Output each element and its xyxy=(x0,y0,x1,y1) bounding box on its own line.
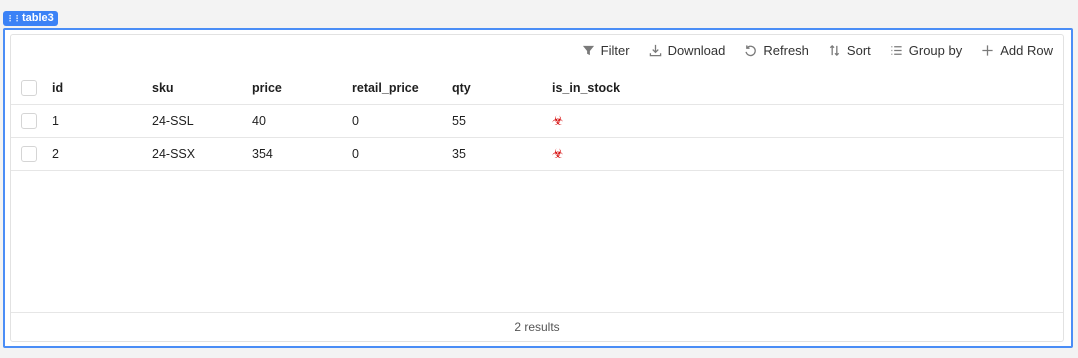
cell-price: 354 xyxy=(252,147,273,161)
add-row-label: Add Row xyxy=(1000,43,1053,58)
filter-icon xyxy=(582,45,594,56)
cell-sku: 24-SSX xyxy=(152,147,196,161)
column-header-id[interactable]: id xyxy=(52,81,63,95)
cell-id: 1 xyxy=(52,114,59,128)
biohazard-icon: ☣ xyxy=(552,113,564,128)
column-header-qty[interactable]: qty xyxy=(452,81,471,95)
table-row[interactable]: 2 24-SSX 354 0 35 ☣ xyxy=(11,138,1063,171)
cell-retail-price: 0 xyxy=(352,114,359,128)
cell-sku: 24-SSL xyxy=(152,114,194,128)
drag-handle-icon[interactable]: ⋮⋮ xyxy=(6,11,21,26)
biohazard-icon: ☣ xyxy=(552,146,564,161)
table-toolbar: Filter Download Refresh Sort Group by Ad… xyxy=(582,43,1053,58)
row-checkbox[interactable] xyxy=(21,113,37,129)
table-header-row: id sku price retail_price qty is_in_stoc… xyxy=(11,71,1063,105)
table-card: Filter Download Refresh Sort Group by Ad… xyxy=(10,34,1064,342)
widget-frame: Filter Download Refresh Sort Group by Ad… xyxy=(3,28,1073,348)
plus-icon xyxy=(982,45,993,56)
download-icon xyxy=(649,44,661,57)
group-by-button[interactable]: Group by xyxy=(890,43,962,58)
refresh-button[interactable]: Refresh xyxy=(744,43,809,58)
cell-qty: 55 xyxy=(452,114,466,128)
refresh-label: Refresh xyxy=(763,43,809,58)
cell-price: 40 xyxy=(252,114,266,128)
group-by-label: Group by xyxy=(908,43,963,58)
widget-name-tag[interactable]: ⋮⋮ table3 xyxy=(3,11,58,26)
select-all-checkbox[interactable] xyxy=(21,79,37,96)
results-count: 2 results xyxy=(514,320,560,334)
cell-qty: 35 xyxy=(452,147,466,161)
download-button[interactable]: Download xyxy=(649,43,726,58)
table-footer: 2 results xyxy=(11,312,1063,341)
cell-id: 2 xyxy=(52,147,59,161)
row-checkbox[interactable] xyxy=(21,146,37,162)
column-header-retail-price[interactable]: retail_price xyxy=(352,81,419,95)
list-icon xyxy=(891,46,902,55)
sort-button[interactable]: Sort xyxy=(828,43,871,58)
sort-label: Sort xyxy=(846,43,871,58)
widget-name-label: table3 xyxy=(22,12,54,24)
add-row-button[interactable]: Add Row xyxy=(981,43,1053,58)
filter-label: Filter xyxy=(600,43,630,58)
refresh-icon xyxy=(745,45,757,57)
column-header-sku[interactable]: sku xyxy=(152,81,174,95)
table-row[interactable]: 1 24-SSL 40 0 55 ☣ xyxy=(11,105,1063,138)
filter-button[interactable]: Filter xyxy=(582,43,630,58)
column-header-is-in-stock[interactable]: is_in_stock xyxy=(552,81,620,95)
sort-icon xyxy=(829,44,840,57)
download-label: Download xyxy=(667,43,726,58)
column-header-price[interactable]: price xyxy=(252,81,282,95)
cell-retail-price: 0 xyxy=(352,147,359,161)
